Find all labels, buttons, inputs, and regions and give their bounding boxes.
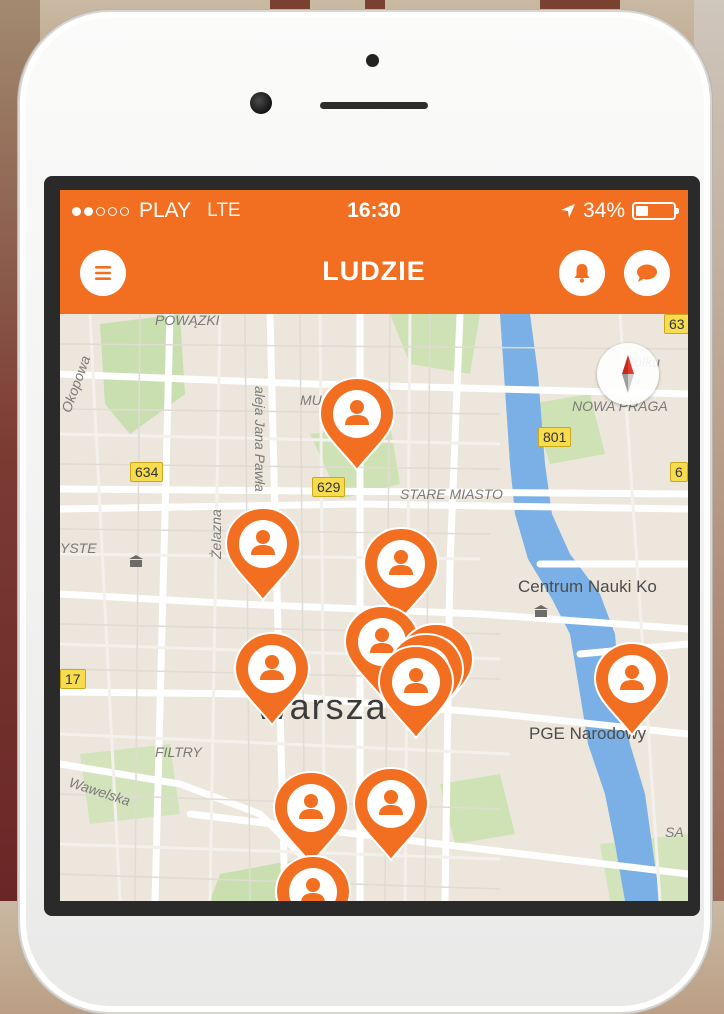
map-label-zelazna: Żelazna [208,509,224,559]
messages-button[interactable] [624,250,670,296]
person-pin-8[interactable] [377,644,455,740]
map-label-stare-miasto: STARE MIASTO [400,486,503,502]
person-pin-icon [318,376,396,472]
road-badge-17: 17 [60,669,86,689]
status-right: 34% [560,199,679,223]
notifications-button[interactable] [559,250,605,296]
person-pin-9[interactable] [593,641,671,737]
person-pin-icon [593,641,671,737]
person-pin-11[interactable] [352,766,430,862]
road-badge-801: 801 [538,427,572,447]
person-pin-1[interactable] [318,376,396,472]
chat-icon [637,264,657,282]
map-view[interactable]: POWĄZKI Pułku NOWA PRAGA STARE MIASTO Ce… [60,314,688,901]
person-pin-5[interactable] [233,631,311,727]
person-pin-icon [352,766,430,862]
person-pin-icon [272,770,350,866]
museum-icon [534,605,548,617]
person-pin-2[interactable] [224,506,302,602]
battery-icon [632,202,679,220]
road-badge-63: 63 [664,314,688,334]
museum-icon [129,555,143,567]
status-bar: PLAY LTE 16:30 34% [60,190,688,232]
battery-percent: 34% [582,199,625,222]
app-screen: PLAY LTE 16:30 34% LUDZIE POWĄZKI NOWA P… [60,190,688,901]
person-pin-icon [224,506,302,602]
map-label-filtry: FILTRY [155,744,202,760]
compass-button[interactable] [597,343,659,405]
map-label-powazki: POWĄZKI [155,314,220,328]
bell-icon [574,264,590,283]
app-header: LUDZIE [60,232,688,314]
person-pin-icon [377,644,455,740]
phone-camera [250,92,272,114]
map-label-ryste: YSTE [60,540,97,556]
person-pin-10[interactable] [272,770,350,866]
compass-icon [622,355,634,393]
phone-speaker [320,102,428,109]
person-pin-12[interactable] [274,854,352,901]
person-pin-icon [233,631,311,727]
map-label-aleja: aleja Jana Pawła [252,386,268,492]
location-arrow-icon [560,204,575,218]
road-badge-634: 634 [130,462,164,482]
map-label-sa: SA [665,824,684,840]
person-pin-icon [274,854,352,901]
map-label-centrum-nauki: Centrum Nauki Ko [518,577,657,596]
phone-sensor [366,54,379,67]
road-badge-629: 629 [312,477,346,497]
road-badge-6: 6 [670,462,688,482]
